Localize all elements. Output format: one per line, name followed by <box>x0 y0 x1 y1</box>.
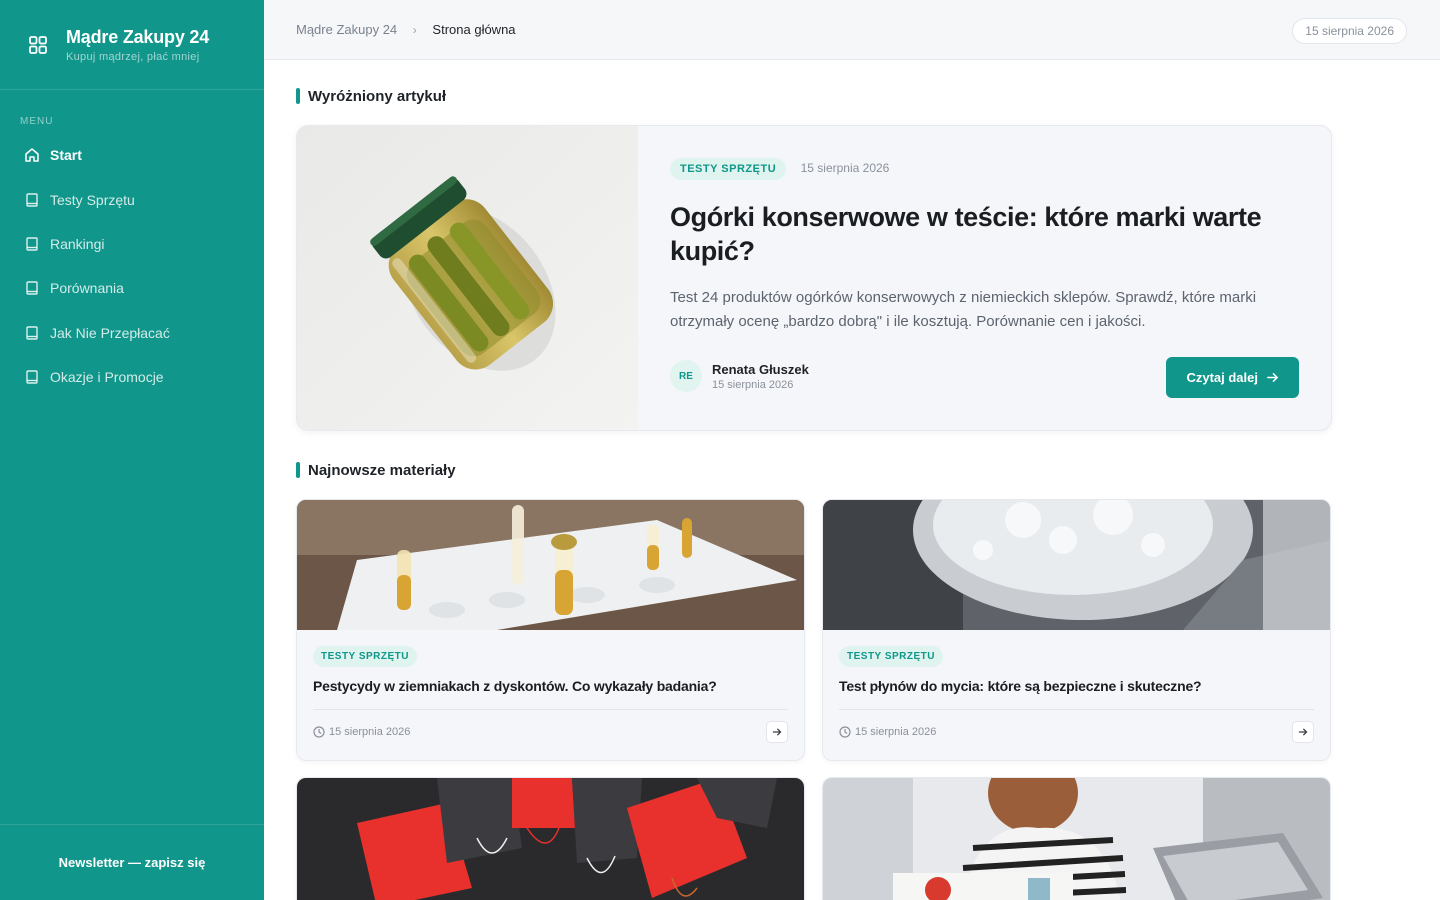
brand[interactable]: Mądre Zakupy 24 Kupuj mądrzej, płać mnie… <box>0 0 264 90</box>
book-icon <box>26 281 38 296</box>
card-date: 15 sierpnia 2026 <box>313 726 410 738</box>
sidebar-item-label: Rankingi <box>50 235 105 252</box>
category-tag[interactable]: TESTY SPRZĘTU <box>313 646 417 667</box>
breadcrumb: Mądre Zakupy 24 › Strona główna <box>296 22 516 37</box>
featured-section-title: Wyróżniony artykuł <box>296 86 446 106</box>
card-body: TESTY SPRZĘTU Pestycydy w ziemniakach z … <box>297 630 804 694</box>
breadcrumb-root[interactable]: Mądre Zakupy 24 <box>296 22 397 37</box>
article-card[interactable] <box>822 777 1331 900</box>
card-footer: 15 sierpnia 2026 <box>313 709 788 753</box>
topbar: Mądre Zakupy 24 › Strona główna 15 sierp… <box>264 0 1440 60</box>
sidebar: Mądre Zakupy 24 Kupuj mądrzej, płać mnie… <box>0 0 264 900</box>
home-icon <box>25 148 39 162</box>
card-date-text: 15 sierpnia 2026 <box>329 725 411 738</box>
book-icon <box>26 370 38 384</box>
sidebar-item-label: Testy Sprzętu <box>50 191 135 208</box>
sidebar-item-label: Porównania <box>50 280 124 297</box>
book-icon <box>26 237 38 251</box>
category-tag[interactable]: TESTY SPRZĘTU <box>839 646 943 667</box>
author: RE Renata Głuszek 15 sierpnia 2026 <box>670 360 809 392</box>
arrow-right-icon <box>1267 373 1279 382</box>
author-date: 15 sierpnia 2026 <box>712 378 794 391</box>
article-card[interactable] <box>296 777 805 900</box>
category-tag[interactable]: TESTY SPRZĘTU <box>670 158 787 180</box>
pickle-jar-image[interactable] <box>297 126 638 431</box>
featured-article[interactable]: TESTY SPRZĘTU 15 sierpnia 2026 Ogórki ko… <box>296 125 1332 431</box>
featured-description: Test 24 produktów ogórków konserwowych z… <box>670 289 1257 330</box>
shopping-bags-image[interactable] <box>297 778 805 900</box>
card-date: 15 sierpnia 2026 <box>839 726 936 738</box>
menu-label: MENU <box>20 116 54 127</box>
date-badge: 15 sierpnia 2026 <box>1292 18 1407 44</box>
featured-date: 15 sierpnia 2026 <box>800 161 890 175</box>
featured-body: TESTY SPRZĘTU 15 sierpnia 2026 Ogórki ko… <box>670 158 1300 334</box>
test-tubes-image[interactable] <box>297 500 805 630</box>
book-icon <box>26 192 38 207</box>
card-body: TESTY SPRZĘTU Test płynów do mycia: któr… <box>823 630 1330 694</box>
card-open-button[interactable] <box>1292 720 1314 743</box>
breadcrumb-current: Strona główna <box>432 22 516 37</box>
card-date-text: 15 sierpnia 2026 <box>855 725 937 738</box>
article-card[interactable]: TESTY SPRZĘTU Pestycydy w ziemniakach z … <box>296 499 805 761</box>
arrow-right-icon <box>772 728 782 735</box>
sidebar-menu: Start Testy Sprzętu Rankingi Porównania … <box>0 133 264 399</box>
sidebar-item-rankingi[interactable]: Rankingi <box>0 222 264 266</box>
sidebar-item-label: Jak Nie Przepłacać <box>50 324 170 341</box>
card-title[interactable]: Pestycydy w ziemniakach z dyskontów. Co … <box>313 678 788 694</box>
newsletter-link[interactable]: Newsletter — zapisz się <box>0 824 264 900</box>
sidebar-item-label: Start <box>50 147 82 164</box>
sidebar-item-start[interactable]: Start <box>0 133 264 177</box>
chevron-right-icon: › <box>412 23 417 37</box>
sidebar-item-testy-sprzetu[interactable]: Testy Sprzętu <box>0 177 264 221</box>
article-card[interactable]: TESTY SPRZĘTU Test płynów do mycia: któr… <box>822 499 1331 761</box>
avatar: RE <box>670 360 702 392</box>
brand-subtitle: Kupuj mądrzej, płać mniej <box>66 50 200 63</box>
card-footer: 15 sierpnia 2026 <box>839 709 1314 753</box>
sidebar-item-okazje-i-promocje[interactable]: Okazje i Promocje <box>0 355 264 399</box>
card-open-button[interactable] <box>766 720 788 743</box>
clock-icon <box>839 725 851 738</box>
brand-title: Mądre Zakupy 24 <box>66 26 210 47</box>
book-icon <box>26 326 38 340</box>
sidebar-item-jak-nie-przeplacac[interactable]: Jak Nie Przepłacać <box>0 311 264 355</box>
read-more-label: Czytaj dalej <box>1186 370 1258 385</box>
sidebar-item-porownania[interactable]: Porównania <box>0 266 264 310</box>
sidebar-item-label: Okazje i Promocje <box>50 369 164 386</box>
author-name: Renata Głuszek <box>712 361 809 377</box>
featured-title[interactable]: Ogórki konserwowe w teście: które marki … <box>670 200 1300 268</box>
grid-icon <box>29 35 47 54</box>
read-more-button[interactable]: Czytaj dalej <box>1166 357 1299 398</box>
child-drawing-image[interactable] <box>823 778 1331 900</box>
card-title[interactable]: Test płynów do mycia: które są bezpieczn… <box>839 678 1314 694</box>
clock-icon <box>313 725 325 738</box>
dish-soap-image[interactable] <box>823 500 1331 630</box>
arrow-right-icon <box>1298 728 1308 735</box>
latest-section-title: Najnowsze materiały <box>296 460 456 480</box>
